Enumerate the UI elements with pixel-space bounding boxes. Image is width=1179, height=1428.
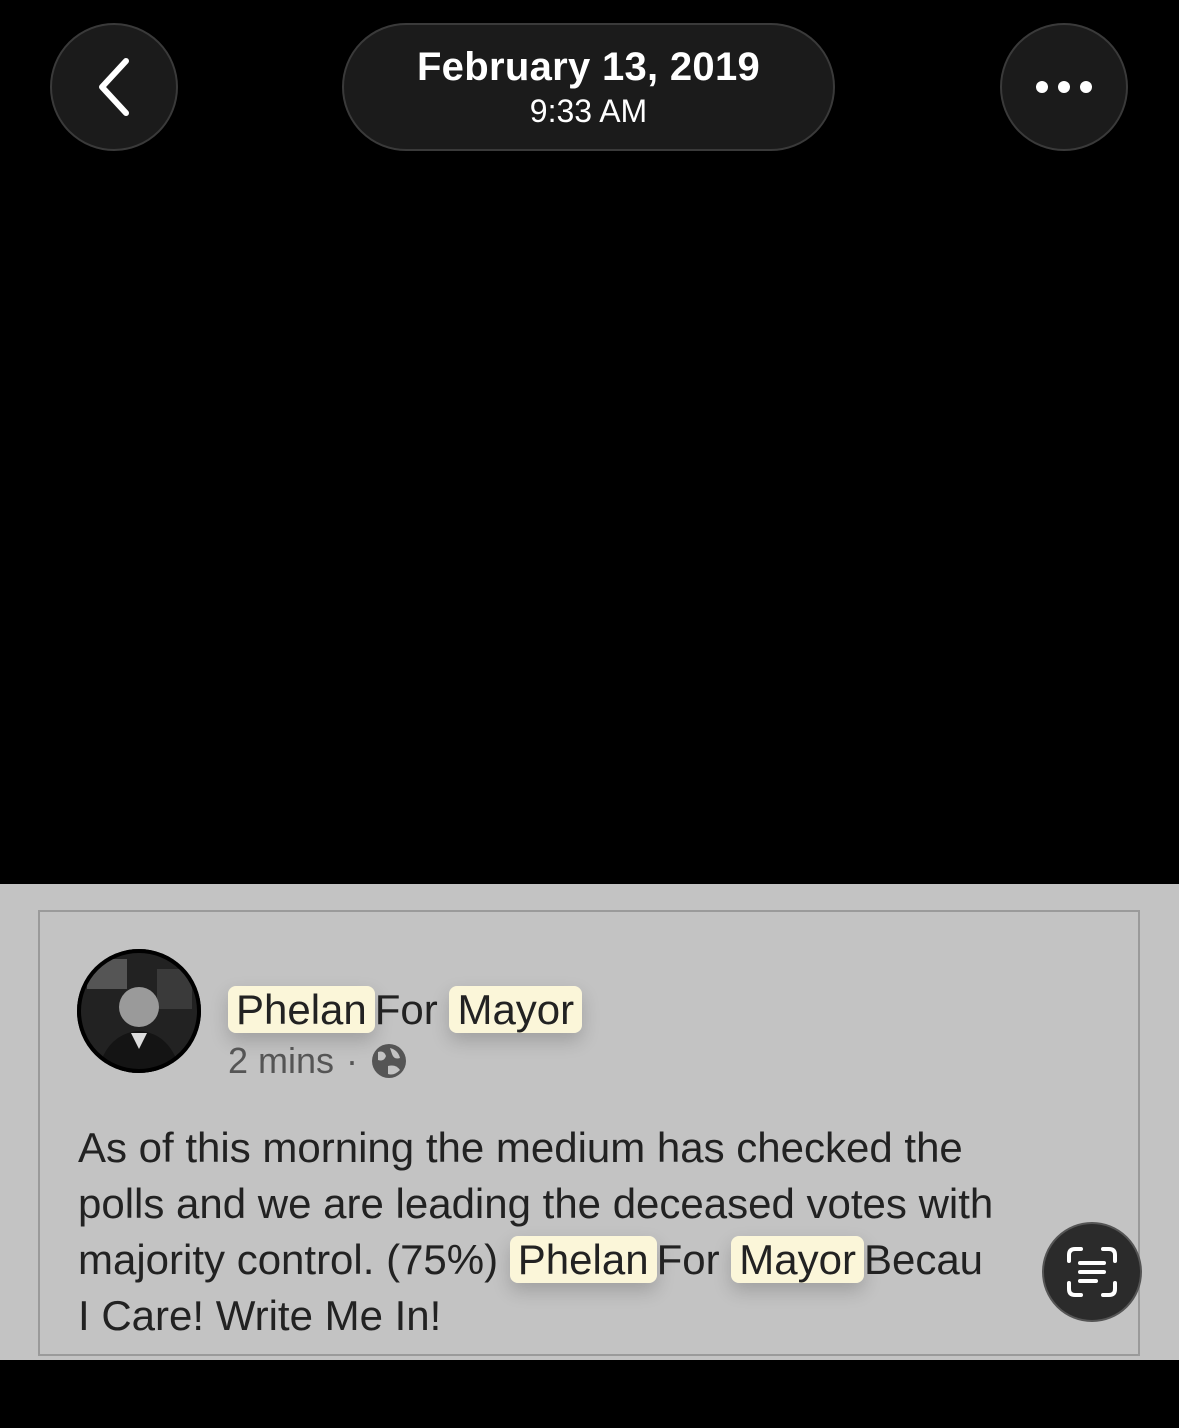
live-text-button[interactable] xyxy=(1042,1222,1142,1322)
avatar xyxy=(77,949,201,1073)
photo-content[interactable]: Phelan For Mayor 2 mins · As of this morn… xyxy=(0,884,1179,1360)
post-text: As of this morning the medium has checke… xyxy=(78,1120,1118,1344)
photo-date: February 13, 2019 xyxy=(416,45,761,89)
post-text-fragment: majority control. (75%) xyxy=(78,1236,499,1283)
profile-photo xyxy=(77,949,201,1073)
post-text-fragment: For xyxy=(656,1236,720,1283)
post-meta: 2 mins · xyxy=(228,1038,408,1084)
back-button[interactable] xyxy=(50,23,178,151)
chevron-left-icon xyxy=(99,58,129,116)
post-text-line[interactable]: polls and we are leading the deceased vo… xyxy=(78,1176,1118,1232)
post-timestamp: 2 mins xyxy=(228,1040,335,1081)
more-options-button[interactable] xyxy=(1000,23,1128,151)
post-text-fragment: Becau xyxy=(863,1236,984,1283)
globe-icon xyxy=(372,1044,407,1078)
highlighted-word[interactable]: Mayor xyxy=(731,1236,864,1283)
date-time-pill[interactable]: February 13, 2019 9:33 AM xyxy=(342,23,835,151)
post-text-line[interactable]: I Care! Write Me In! xyxy=(78,1288,1118,1344)
highlighted-word[interactable]: Mayor xyxy=(449,986,583,1033)
photo-time: 9:33 AM xyxy=(529,93,648,129)
highlighted-word[interactable]: Phelan xyxy=(509,1236,657,1283)
photo-viewer: February 13, 2019 9:33 AM Phelan For May… xyxy=(0,0,1179,1428)
facebook-post-screenshot: Phelan For Mayor 2 mins · As of this morn… xyxy=(38,910,1140,1356)
post-text-line[interactable]: majority control. (75%) Phelan For Mayor B… xyxy=(78,1232,1118,1288)
post-author-name: Phelan For Mayor xyxy=(228,980,583,1040)
ellipsis-icon xyxy=(1036,81,1092,93)
author-name-word: For xyxy=(374,986,438,1033)
meta-separator: · xyxy=(346,1040,359,1081)
post-text-line[interactable]: As of this morning the medium has checke… xyxy=(78,1120,1118,1176)
bottom-letterbox xyxy=(0,1360,1179,1428)
live-text-icon xyxy=(1067,1247,1117,1297)
highlighted-word[interactable]: Phelan xyxy=(228,986,375,1033)
